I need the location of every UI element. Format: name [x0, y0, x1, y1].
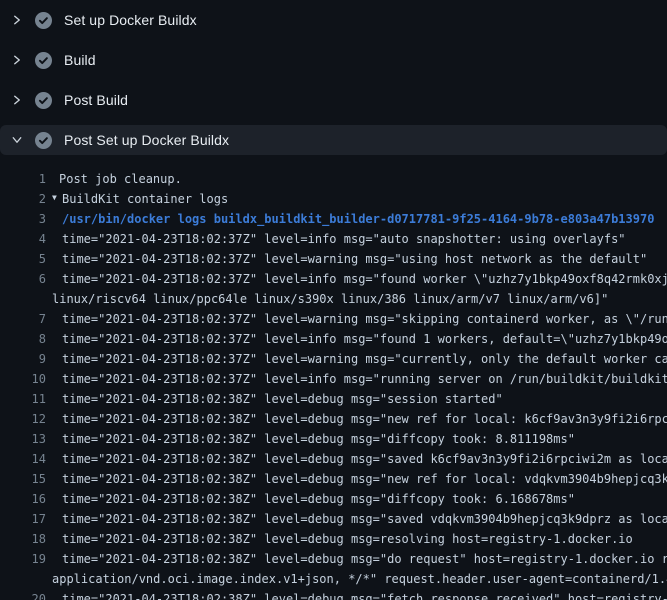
log-text: time="2021-04-23T18:02:37Z" level=info m… [62, 269, 667, 289]
step-header-build[interactable]: Build [0, 40, 667, 80]
log-text: application/vnd.oci.image.index.v1+json,… [52, 569, 667, 589]
log-row: 6 time="2021-04-23T18:02:37Z" level=info … [0, 269, 667, 289]
log-text: BuildKit container logs [62, 189, 228, 209]
log-text: time="2021-04-23T18:02:38Z" level=debug … [62, 549, 667, 569]
check-circle-icon [35, 52, 52, 69]
chevron-right-icon[interactable] [10, 53, 24, 67]
log-row: 15 time="2021-04-23T18:02:38Z" level=debu… [0, 469, 667, 489]
line-number[interactable]: 4 [0, 229, 46, 249]
log-text: time="2021-04-23T18:02:38Z" level=debug … [62, 389, 503, 409]
log-text: time="2021-04-23T18:02:38Z" level=debug … [62, 469, 667, 489]
log-text: time="2021-04-23T18:02:37Z" level=warnin… [62, 349, 667, 369]
step-label: Post Set up Docker Buildx [64, 132, 229, 148]
log-row: linux/riscv64 linux/ppc64le linux/s390x … [0, 289, 667, 309]
actions-log-panel: Set up Docker Buildx Build Post Build Po… [0, 0, 667, 600]
log-text: time="2021-04-23T18:02:37Z" level=info m… [62, 329, 667, 349]
log-row: 20 time="2021-04-23T18:02:38Z" level=debu… [0, 589, 667, 600]
chevron-down-icon[interactable] [10, 133, 24, 147]
log-text: time="2021-04-23T18:02:37Z" level=warnin… [62, 249, 647, 269]
line-number [0, 289, 46, 309]
log-text: time="2021-04-23T18:02:38Z" level=debug … [62, 509, 667, 529]
log-row: 14 time="2021-04-23T18:02:38Z" level=debu… [0, 449, 667, 469]
step-header-post-setup-docker-buildx[interactable]: Post Set up Docker Buildx [0, 120, 667, 160]
log-text: Post job cleanup. [59, 169, 182, 189]
line-number[interactable]: 14 [0, 449, 46, 469]
line-number[interactable]: 20 [0, 589, 46, 600]
log-row: application/vnd.oci.image.index.v1+json,… [0, 569, 667, 589]
line-number[interactable]: 13 [0, 429, 46, 449]
chevron-right-icon[interactable] [10, 93, 24, 107]
check-circle-icon [35, 92, 52, 109]
check-circle-icon [35, 12, 52, 29]
log-text: time="2021-04-23T18:02:38Z" level=debug … [62, 449, 667, 469]
log-command-text: /usr/bin/docker logs buildx_buildkit_bui… [62, 209, 654, 229]
step-label: Set up Docker Buildx [64, 12, 197, 28]
log-row: 11 time="2021-04-23T18:02:38Z" level=debu… [0, 389, 667, 409]
log-text: time="2021-04-23T18:02:37Z" level=info m… [62, 369, 667, 389]
log-row: 19 time="2021-04-23T18:02:38Z" level=debu… [0, 549, 667, 569]
line-number[interactable]: 11 [0, 389, 46, 409]
line-number[interactable]: 5 [0, 249, 46, 269]
step-label: Build [64, 52, 96, 68]
line-number[interactable]: 18 [0, 529, 46, 549]
log-text: time="2021-04-23T18:02:38Z" level=debug … [62, 489, 575, 509]
line-number[interactable]: 3 [0, 209, 46, 229]
log-group-collapse-icon[interactable]: ▼ [52, 188, 62, 208]
log-row: 3/usr/bin/docker logs buildx_buildkit_bu… [0, 209, 667, 229]
log-text: linux/riscv64 linux/ppc64le linux/s390x … [52, 289, 608, 309]
log-row: 2 ▼BuildKit container logs [0, 189, 667, 209]
line-number[interactable]: 6 [0, 269, 46, 289]
log-text: time="2021-04-23T18:02:37Z" level=warnin… [62, 309, 667, 329]
log-row: 9 time="2021-04-23T18:02:37Z" level=warni… [0, 349, 667, 369]
step-label: Post Build [64, 92, 128, 108]
log-row: 8 time="2021-04-23T18:02:37Z" level=info … [0, 329, 667, 349]
line-number[interactable]: 16 [0, 489, 46, 509]
log-text: time="2021-04-23T18:02:38Z" level=debug … [62, 529, 633, 549]
log-text: time="2021-04-23T18:02:38Z" level=debug … [62, 409, 667, 429]
log-row: 16 time="2021-04-23T18:02:38Z" level=debu… [0, 489, 667, 509]
log-row: 1 Post job cleanup. [0, 169, 667, 189]
log-text: time="2021-04-23T18:02:38Z" level=debug … [62, 589, 667, 600]
log-row: 13 time="2021-04-23T18:02:38Z" level=debu… [0, 429, 667, 449]
line-number[interactable]: 15 [0, 469, 46, 489]
chevron-right-icon[interactable] [10, 13, 24, 27]
check-circle-icon [35, 132, 52, 149]
log-row: 18 time="2021-04-23T18:02:38Z" level=debu… [0, 529, 667, 549]
log-row: 10 time="2021-04-23T18:02:37Z" level=info… [0, 369, 667, 389]
line-number [0, 569, 46, 589]
step-header-post-build[interactable]: Post Build [0, 80, 667, 120]
line-number[interactable]: 2 [0, 189, 46, 209]
log-row: 7 time="2021-04-23T18:02:37Z" level=warni… [0, 309, 667, 329]
log-text: time="2021-04-23T18:02:38Z" level=debug … [62, 429, 575, 449]
step-header-setup-docker-buildx[interactable]: Set up Docker Buildx [0, 0, 667, 40]
line-number[interactable]: 17 [0, 509, 46, 529]
line-number[interactable]: 8 [0, 329, 46, 349]
line-number[interactable]: 10 [0, 369, 46, 389]
line-number[interactable]: 7 [0, 309, 46, 329]
log-row: 12 time="2021-04-23T18:02:38Z" level=debu… [0, 409, 667, 429]
line-number[interactable]: 9 [0, 349, 46, 369]
line-number[interactable]: 1 [0, 169, 46, 189]
log-row: 17 time="2021-04-23T18:02:38Z" level=debu… [0, 509, 667, 529]
line-number[interactable]: 19 [0, 549, 46, 569]
log-text: time="2021-04-23T18:02:37Z" level=info m… [62, 229, 626, 249]
log-row: 4 time="2021-04-23T18:02:37Z" level=info … [0, 229, 667, 249]
line-number[interactable]: 12 [0, 409, 46, 429]
log-lines: 1 Post job cleanup. 2 ▼BuildKit container l… [0, 160, 667, 600]
log-row: 5 time="2021-04-23T18:02:37Z" level=warni… [0, 249, 667, 269]
